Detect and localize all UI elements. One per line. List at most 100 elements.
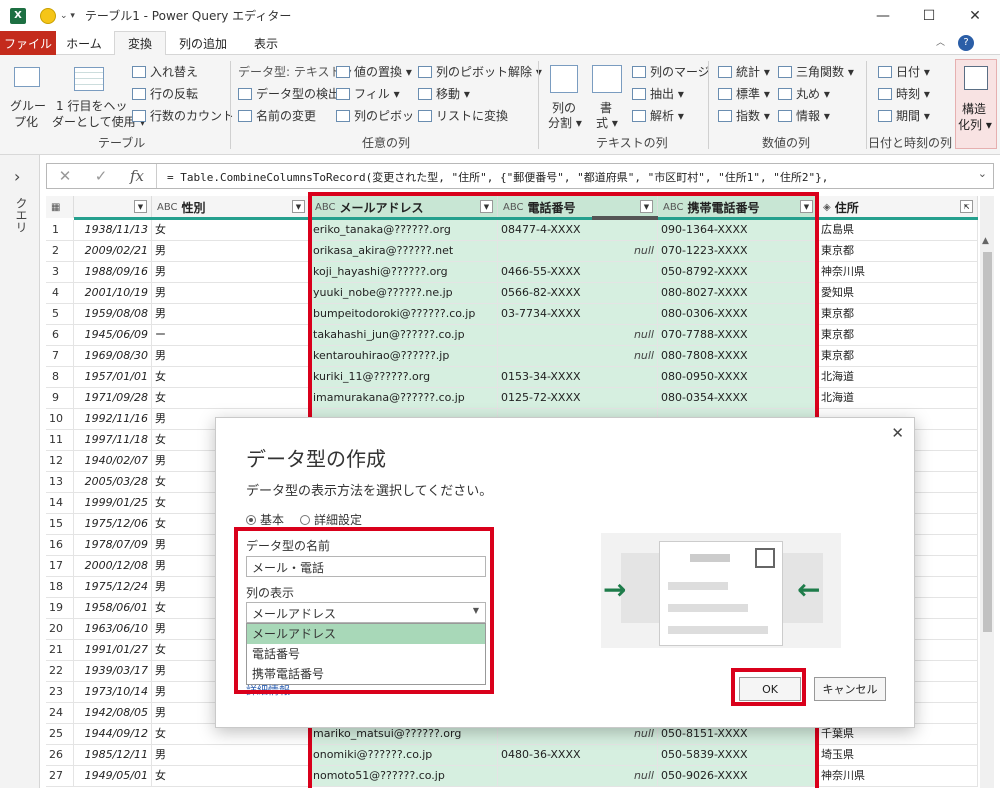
cell-tel[interactable]: 0125-72-XXXX bbox=[498, 388, 658, 408]
cell-n[interactable]: 2 bbox=[46, 241, 74, 261]
information-button[interactable]: 情報 ▾ bbox=[778, 107, 830, 124]
cell-tel[interactable]: null bbox=[498, 766, 658, 786]
cell-date[interactable]: 2005/03/28 bbox=[74, 472, 152, 492]
cell-n[interactable]: 5 bbox=[46, 304, 74, 324]
extract-button[interactable]: 抽出 ▾ bbox=[632, 85, 684, 102]
column-header-date[interactable]: ▼ bbox=[74, 196, 152, 218]
cell-addr[interactable]: 愛知県 bbox=[818, 283, 978, 303]
cell-date[interactable]: 1975/12/06 bbox=[74, 514, 152, 534]
cell-mail[interactable]: imamurakana@??????.co.jp bbox=[310, 388, 498, 408]
cell-date[interactable]: 1973/10/14 bbox=[74, 682, 152, 702]
cell-sex[interactable]: 女 bbox=[152, 367, 310, 387]
cell-n[interactable]: 20 bbox=[46, 619, 74, 639]
group-by-button[interactable]: グルー bbox=[10, 97, 46, 114]
filter-dropdown-icon[interactable]: ▼ bbox=[800, 200, 813, 213]
cell-mob[interactable]: 080-0950-XXXX bbox=[658, 367, 818, 387]
cell-mob[interactable]: 050-8792-XXXX bbox=[658, 262, 818, 282]
cell-tel[interactable]: 0566-82-XXXX bbox=[498, 283, 658, 303]
query-pane[interactable]: › クエリ bbox=[0, 155, 40, 788]
scrollbar-thumb[interactable] bbox=[983, 252, 992, 632]
cell-sex[interactable]: 男 bbox=[152, 346, 310, 366]
ok-button[interactable]: OK bbox=[739, 677, 801, 701]
learn-more-link[interactable]: 詳細情報 bbox=[246, 682, 290, 698]
rename-button[interactable]: 名前の変更 bbox=[238, 107, 316, 124]
cell-sex[interactable]: 男 bbox=[152, 241, 310, 261]
cell-mob[interactable]: 050-9026-XXXX bbox=[658, 766, 818, 786]
cell-mob[interactable]: 080-7808-XXXX bbox=[658, 346, 818, 366]
cell-sex[interactable]: 男 bbox=[152, 304, 310, 324]
cell-date[interactable]: 1963/06/10 bbox=[74, 619, 152, 639]
split-column-button-line2[interactable]: 分割 ▾ bbox=[548, 114, 582, 131]
cell-n[interactable]: 16 bbox=[46, 535, 74, 555]
time-button[interactable]: 時刻 ▾ bbox=[878, 85, 930, 102]
cell-addr[interactable]: 東京都 bbox=[818, 304, 978, 324]
statistics-button[interactable]: 統計 ▾ bbox=[718, 63, 770, 80]
to-list-button[interactable]: リストに変換 bbox=[418, 107, 508, 124]
cell-n[interactable]: 1 bbox=[46, 220, 74, 240]
cell-tel[interactable]: 0480-36-XXXX bbox=[498, 745, 658, 765]
cell-n[interactable]: 6 bbox=[46, 325, 74, 345]
cell-n[interactable]: 27 bbox=[46, 766, 74, 786]
format-button-line2[interactable]: 式 ▾ bbox=[596, 114, 618, 131]
formula-bar[interactable]: ✕ ✓ fx = Table.CombineColumnsToRecord(変更… bbox=[46, 163, 994, 189]
cell-mail[interactable]: onomiki@??????.co.jp bbox=[310, 745, 498, 765]
close-dialog-icon[interactable]: ✕ bbox=[891, 424, 904, 442]
cell-date[interactable]: 1939/03/17 bbox=[74, 661, 152, 681]
cell-date[interactable]: 1957/01/01 bbox=[74, 367, 152, 387]
close-window-icon[interactable]: ✕ bbox=[952, 0, 998, 31]
date-button[interactable]: 日付 ▾ bbox=[878, 63, 930, 80]
reverse-rows-button[interactable]: 行の反転 bbox=[132, 85, 198, 102]
column-header-mobile[interactable]: ABC 携帯電話番号 ▼ bbox=[658, 196, 818, 218]
smiley-icon[interactable] bbox=[40, 7, 56, 24]
cell-mail[interactable]: kentarouhirao@??????.jp bbox=[310, 346, 498, 366]
cell-date[interactable]: 1959/08/08 bbox=[74, 304, 152, 324]
tab-add-column[interactable]: 列の追加 bbox=[170, 31, 236, 55]
table-row[interactable]: 5 1959/08/08 男 bumpeitodoroki@??????.co.jp 0… bbox=[46, 304, 978, 325]
cell-date[interactable]: 1978/07/09 bbox=[74, 535, 152, 555]
rounding-button[interactable]: 丸め ▾ bbox=[778, 85, 830, 102]
table-row[interactable]: 26 1985/12/11 男 onomiki@??????.co.jp 0480-36… bbox=[46, 745, 978, 766]
cell-tel[interactable]: 08477-4-XXXX bbox=[498, 220, 658, 240]
unpivot-button[interactable]: 列のピボット解除 ▾ bbox=[418, 63, 542, 80]
cell-date[interactable]: 1949/05/01 bbox=[74, 766, 152, 786]
cell-tel[interactable]: 0153-34-XXXX bbox=[498, 367, 658, 387]
option-email[interactable]: メールアドレス bbox=[247, 624, 485, 644]
table-row[interactable]: 3 1988/09/16 男 koji_hayashi@??????.org 0466-… bbox=[46, 262, 978, 283]
cell-tel[interactable]: 03-7734-XXXX bbox=[498, 304, 658, 324]
move-button[interactable]: 移動 ▾ bbox=[418, 85, 470, 102]
cell-sex[interactable]: 男 bbox=[152, 262, 310, 282]
cell-date[interactable]: 1988/09/16 bbox=[74, 262, 152, 282]
cell-mail[interactable]: koji_hayashi@??????.org bbox=[310, 262, 498, 282]
cell-addr[interactable]: 広島県 bbox=[818, 220, 978, 240]
display-column-select[interactable]: メールアドレス ▼ bbox=[246, 602, 486, 623]
cell-mob[interactable]: 070-7788-XXXX bbox=[658, 325, 818, 345]
cell-addr[interactable]: 東京都 bbox=[818, 325, 978, 345]
cell-n[interactable]: 25 bbox=[46, 724, 74, 744]
use-first-row-button[interactable]: 1 行目をヘッ bbox=[56, 97, 127, 114]
table-row[interactable]: 6 1945/06/09 ー takahashi_jun@??????.co.jp nu… bbox=[46, 325, 978, 346]
cell-addr[interactable]: 北海道 bbox=[818, 367, 978, 387]
cell-mob[interactable]: 080-0354-XXXX bbox=[658, 388, 818, 408]
parse-button[interactable]: 解析 ▾ bbox=[632, 107, 684, 124]
cell-n[interactable]: 24 bbox=[46, 703, 74, 723]
formula-text[interactable]: = Table.CombineColumnsToRecord(変更された型, "… bbox=[167, 169, 828, 185]
cell-n[interactable]: 17 bbox=[46, 556, 74, 576]
cell-date[interactable]: 1997/11/18 bbox=[74, 430, 152, 450]
filter-dropdown-icon[interactable]: ▼ bbox=[640, 200, 653, 213]
cell-n[interactable]: 12 bbox=[46, 451, 74, 471]
cell-tel[interactable]: null bbox=[498, 241, 658, 261]
cell-mob[interactable]: 080-8027-XXXX bbox=[658, 283, 818, 303]
cell-mail[interactable]: kuriki_11@??????.org bbox=[310, 367, 498, 387]
radio-basic[interactable]: 基本 bbox=[246, 511, 284, 528]
column-header-address[interactable]: ◈ 住所 ⇱ bbox=[818, 196, 978, 218]
cell-sex[interactable]: 女 bbox=[152, 388, 310, 408]
transpose-button[interactable]: 入れ替え bbox=[132, 63, 198, 80]
cell-mail[interactable]: eriko_tanaka@??????.org bbox=[310, 220, 498, 240]
cell-n[interactable]: 22 bbox=[46, 661, 74, 681]
detect-type-button[interactable]: データ型の検出 bbox=[238, 85, 340, 102]
table-menu-icon[interactable]: ▦ bbox=[46, 196, 74, 218]
standard-button[interactable]: 標準 ▾ bbox=[718, 85, 770, 102]
cell-n[interactable]: 18 bbox=[46, 577, 74, 597]
cell-date[interactable]: 1985/12/11 bbox=[74, 745, 152, 765]
column-header-phone[interactable]: ABC 電話番号 ▼ bbox=[498, 196, 658, 218]
